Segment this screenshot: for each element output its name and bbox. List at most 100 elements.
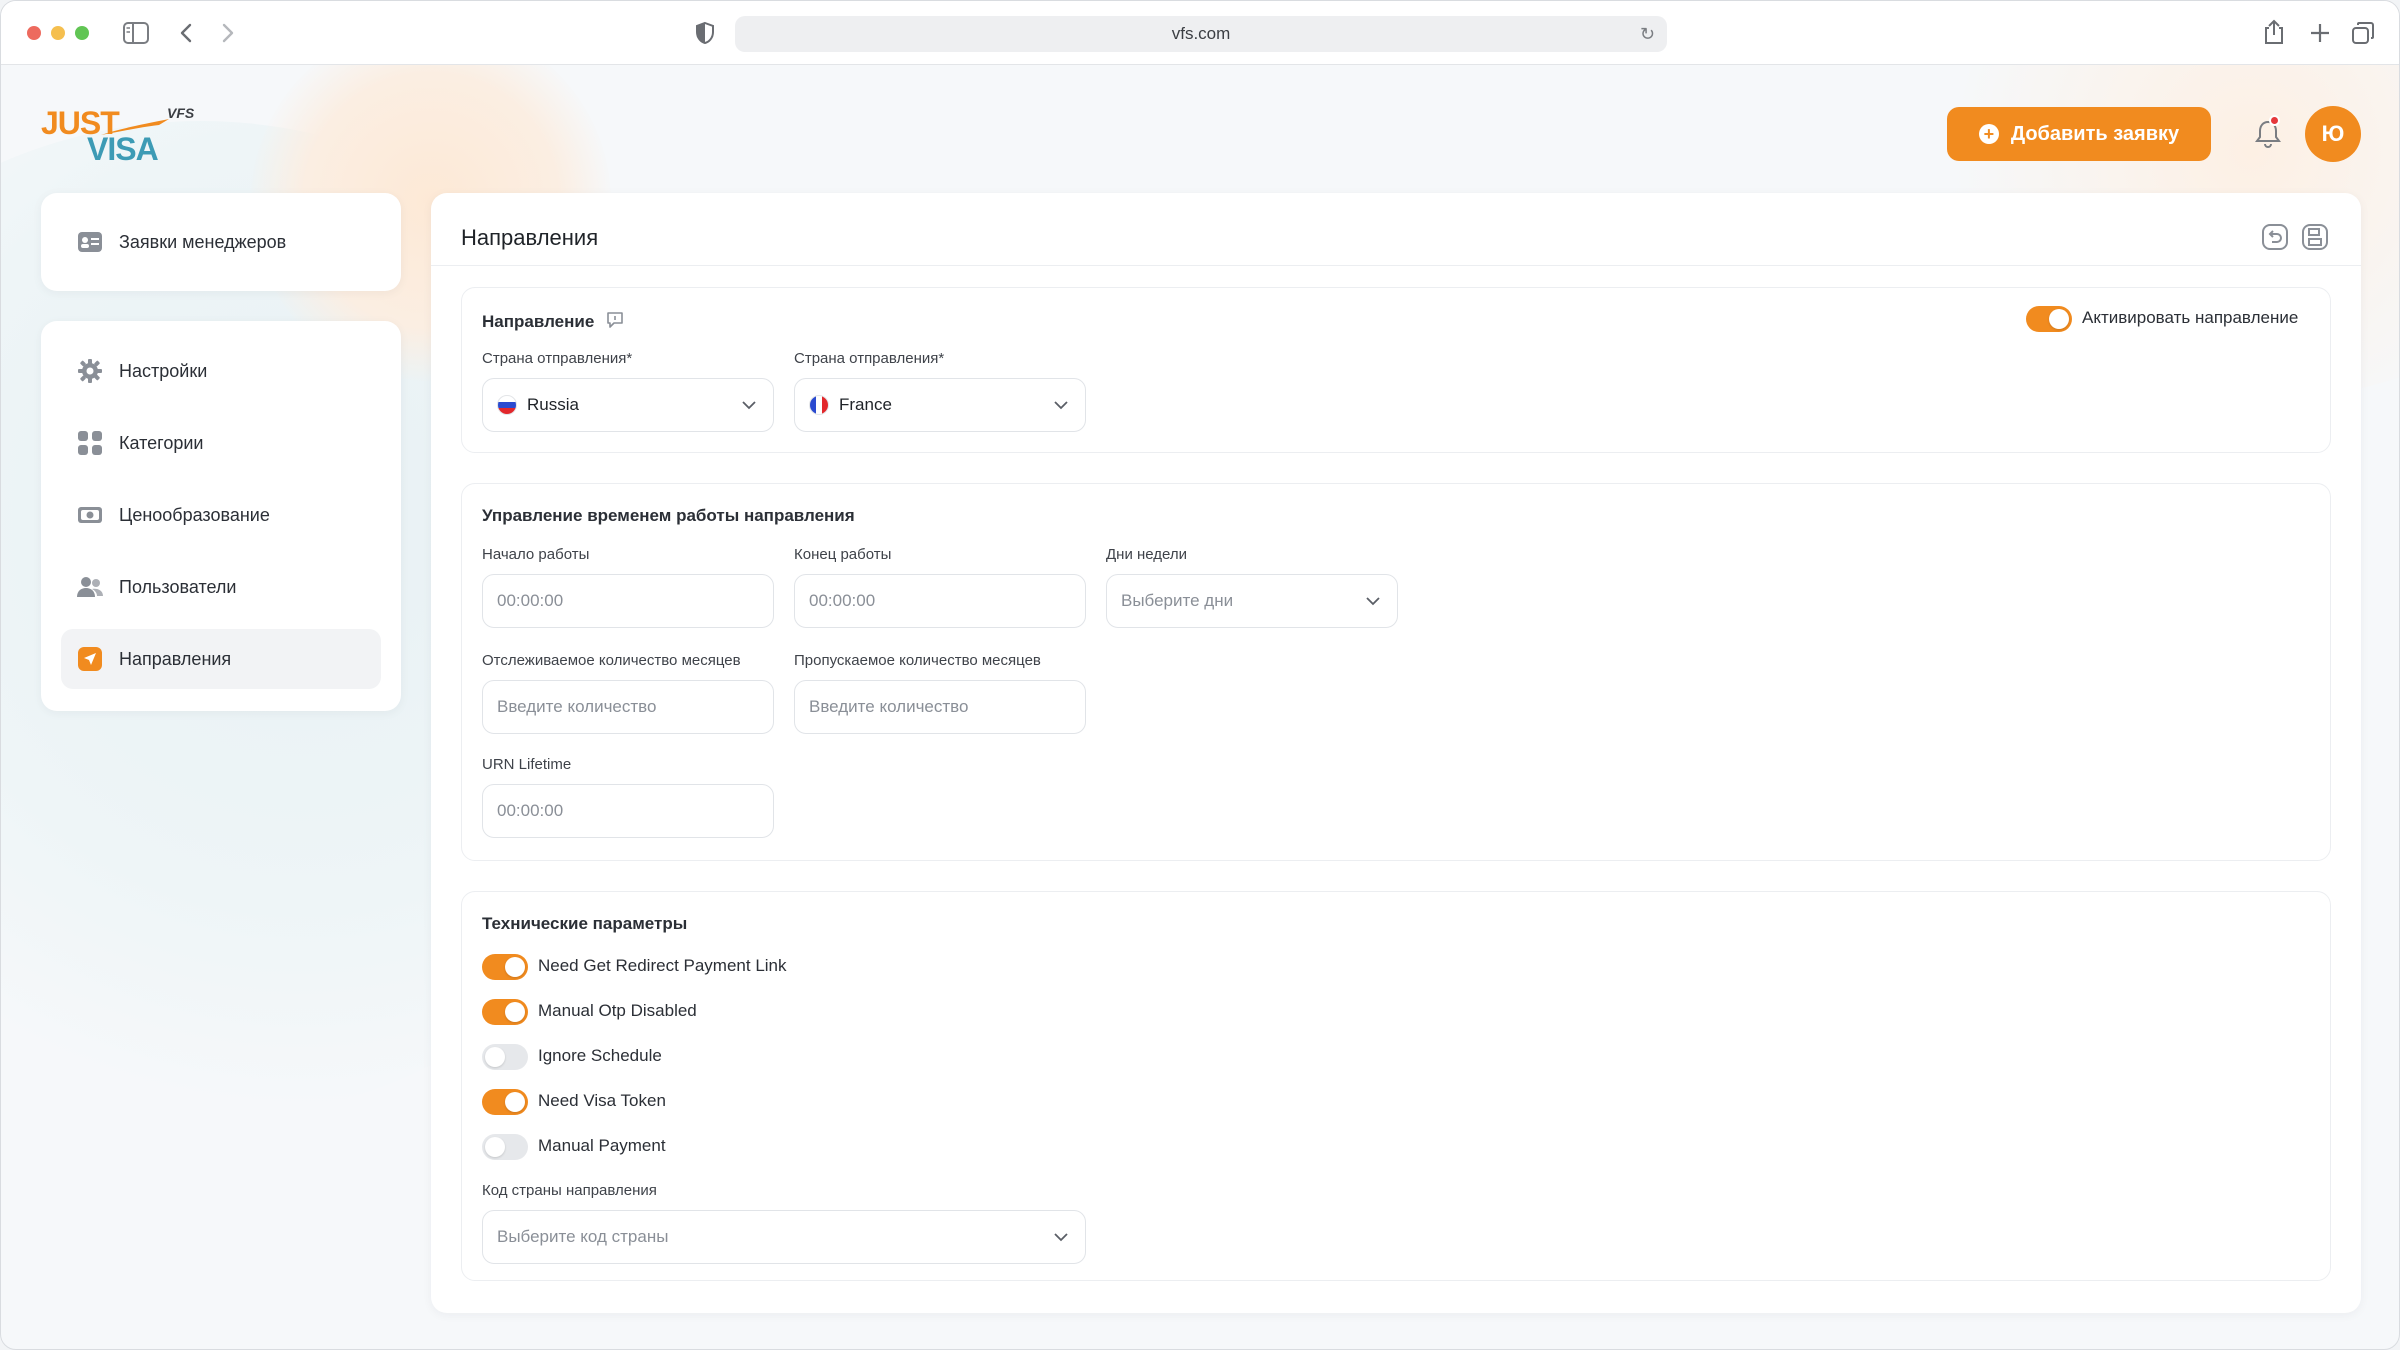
page-title: Направления: [461, 225, 599, 250]
placeholder: 00:00:00: [497, 801, 564, 820]
manual-otp-disabled-toggle[interactable]: [482, 999, 528, 1025]
section-title: Технические параметры: [482, 914, 688, 933]
sidebar-item-users[interactable]: Пользователи: [61, 557, 381, 617]
ignore-schedule-toggle[interactable]: [482, 1044, 528, 1070]
placeholder: Выберите код страны: [497, 1227, 669, 1246]
need-visa-token-toggle[interactable]: [482, 1089, 528, 1115]
start-time-input[interactable]: 00:00:00: [482, 574, 774, 628]
chevron-down-icon: [1366, 597, 1380, 606]
toggle-knob: [505, 957, 525, 977]
address-bar[interactable]: vfs.com ↻: [735, 16, 1667, 52]
skipped-months-label: Пропускаемое количество месяцев: [794, 652, 1041, 669]
sidebar-item-label: Настройки: [119, 360, 208, 381]
share-icon[interactable]: [2263, 19, 2285, 45]
info-icon[interactable]: [605, 310, 625, 330]
chevron-down-icon: [742, 401, 756, 410]
activate-direction-toggle[interactable]: [2026, 306, 2072, 332]
sidebar-item-pricing[interactable]: Ценообразование: [61, 485, 381, 545]
chevron-down-icon: [1054, 401, 1068, 410]
section-title: Направление: [482, 310, 625, 332]
sidebar-card-requests: Заявки менеджеров: [41, 193, 401, 291]
to-country-select[interactable]: France: [794, 378, 1086, 432]
france-flag-icon: [809, 395, 829, 415]
sidebar-item-categories[interactable]: Категории: [61, 413, 381, 473]
placeholder: Выберите дни: [1121, 591, 1234, 610]
toggle-knob: [485, 1047, 505, 1067]
toggle-label: Need Visa Token: [538, 1091, 666, 1110]
toggle-label: Need Get Redirect Payment Link: [538, 956, 787, 975]
toggle-knob: [2049, 309, 2069, 329]
privacy-shield-icon[interactable]: [695, 21, 715, 45]
country-code-label: Код страны направления: [482, 1182, 657, 1199]
from-country-label: Страна отправления*: [482, 350, 633, 367]
sidebar-item-label: Категории: [119, 432, 204, 453]
need-redirect-payment-link-toggle[interactable]: [482, 954, 528, 980]
placeholder: 00:00:00: [809, 591, 876, 610]
from-country-select[interactable]: Russia: [482, 378, 774, 432]
placeholder: Введите количество: [497, 697, 657, 716]
id-card-icon: [77, 229, 103, 255]
toggle-label: Manual Otp Disabled: [538, 1001, 697, 1020]
logo-text: VFS: [167, 105, 195, 121]
close-window-button[interactable]: [27, 26, 41, 40]
end-time-input[interactable]: 00:00:00: [794, 574, 1086, 628]
start-time-label: Начало работы: [482, 546, 590, 563]
browser-toolbar: vfs.com ↻: [1, 1, 2399, 65]
grid-icon: [77, 430, 103, 456]
url-text: vfs.com: [1171, 24, 1231, 43]
placeholder: 00:00:00: [497, 591, 564, 610]
skipped-months-input[interactable]: Введите количество: [794, 680, 1086, 734]
weekdays-label: Дни недели: [1106, 546, 1188, 563]
forward-arrow-icon[interactable]: [221, 23, 235, 43]
sidebar-item-directions[interactable]: Направления: [61, 629, 381, 689]
direction-title: Направление: [482, 312, 595, 331]
technical-params-section: Технические параметры Need Get Redirect …: [461, 891, 2331, 1281]
activate-direction-label: Активировать направление: [2082, 308, 2299, 327]
chevron-down-icon: [1054, 1233, 1068, 1242]
toggle-knob: [485, 1137, 505, 1157]
avatar[interactable]: Ю: [2305, 106, 2361, 162]
money-icon: [77, 502, 103, 528]
maximize-window-button[interactable]: [75, 26, 89, 40]
plus-circle-icon: +: [1978, 124, 1999, 144]
add-request-label: Добавить заявку: [2010, 122, 2180, 145]
country-code-select[interactable]: Выберите код страны: [482, 1210, 1086, 1264]
from-country-value: Russia: [527, 395, 579, 414]
direction-section: Направление Активировать направление Стр…: [461, 287, 2331, 453]
sidebar-item-settings[interactable]: Настройки: [61, 341, 381, 401]
toggle-knob: [505, 1002, 525, 1022]
save-icon[interactable]: [2301, 223, 2329, 251]
gear-icon: [77, 358, 103, 384]
tab-overview-icon[interactable]: [2351, 21, 2375, 45]
directions-panel: Направления Направление Активировать нап…: [431, 193, 2361, 1313]
back-arrow-icon[interactable]: [179, 23, 193, 43]
sidebar-item-label: Пользователи: [119, 576, 237, 597]
urn-lifetime-input[interactable]: 00:00:00: [482, 784, 774, 838]
sidebar-item-manager-requests[interactable]: Заявки менеджеров: [61, 212, 381, 272]
browser-window: vfs.com ↻ JUST VISA VFS + Добавить заявк…: [0, 0, 2400, 1350]
manual-payment-toggle[interactable]: [482, 1134, 528, 1160]
sidebar-toggle-icon[interactable]: [123, 22, 149, 44]
new-tab-icon[interactable]: [2309, 22, 2331, 44]
toggle-knob: [505, 1092, 525, 1112]
tracked-months-label: Отслеживаемое количество месяцев: [482, 652, 741, 669]
divider: [431, 265, 2361, 266]
logo-text: VISA: [87, 131, 159, 167]
users-icon: [77, 574, 103, 600]
sidebar-item-label: Ценообразование: [119, 504, 270, 525]
weekdays-select[interactable]: Выберите дни: [1106, 574, 1398, 628]
notification-badge: [2269, 115, 2280, 126]
schedule-section: Управление временем работы направления Н…: [461, 483, 2331, 861]
tracked-months-input[interactable]: Введите количество: [482, 680, 774, 734]
placeholder: Введите количество: [809, 697, 969, 716]
paper-plane-icon: [77, 646, 103, 672]
reload-icon[interactable]: ↻: [1640, 16, 1655, 52]
sidebar-card-navigation: Настройки Категории Ценообразование Поль…: [41, 321, 401, 711]
undo-icon[interactable]: [2261, 223, 2289, 251]
add-request-button[interactable]: + Добавить заявку: [1947, 107, 2211, 161]
toggle-label: Manual Payment: [538, 1136, 666, 1155]
minimize-window-button[interactable]: [51, 26, 65, 40]
avatar-initial: Ю: [2321, 121, 2345, 146]
justvisa-logo[interactable]: JUST VISA VFS: [41, 99, 201, 169]
toggle-label: Ignore Schedule: [538, 1046, 662, 1065]
